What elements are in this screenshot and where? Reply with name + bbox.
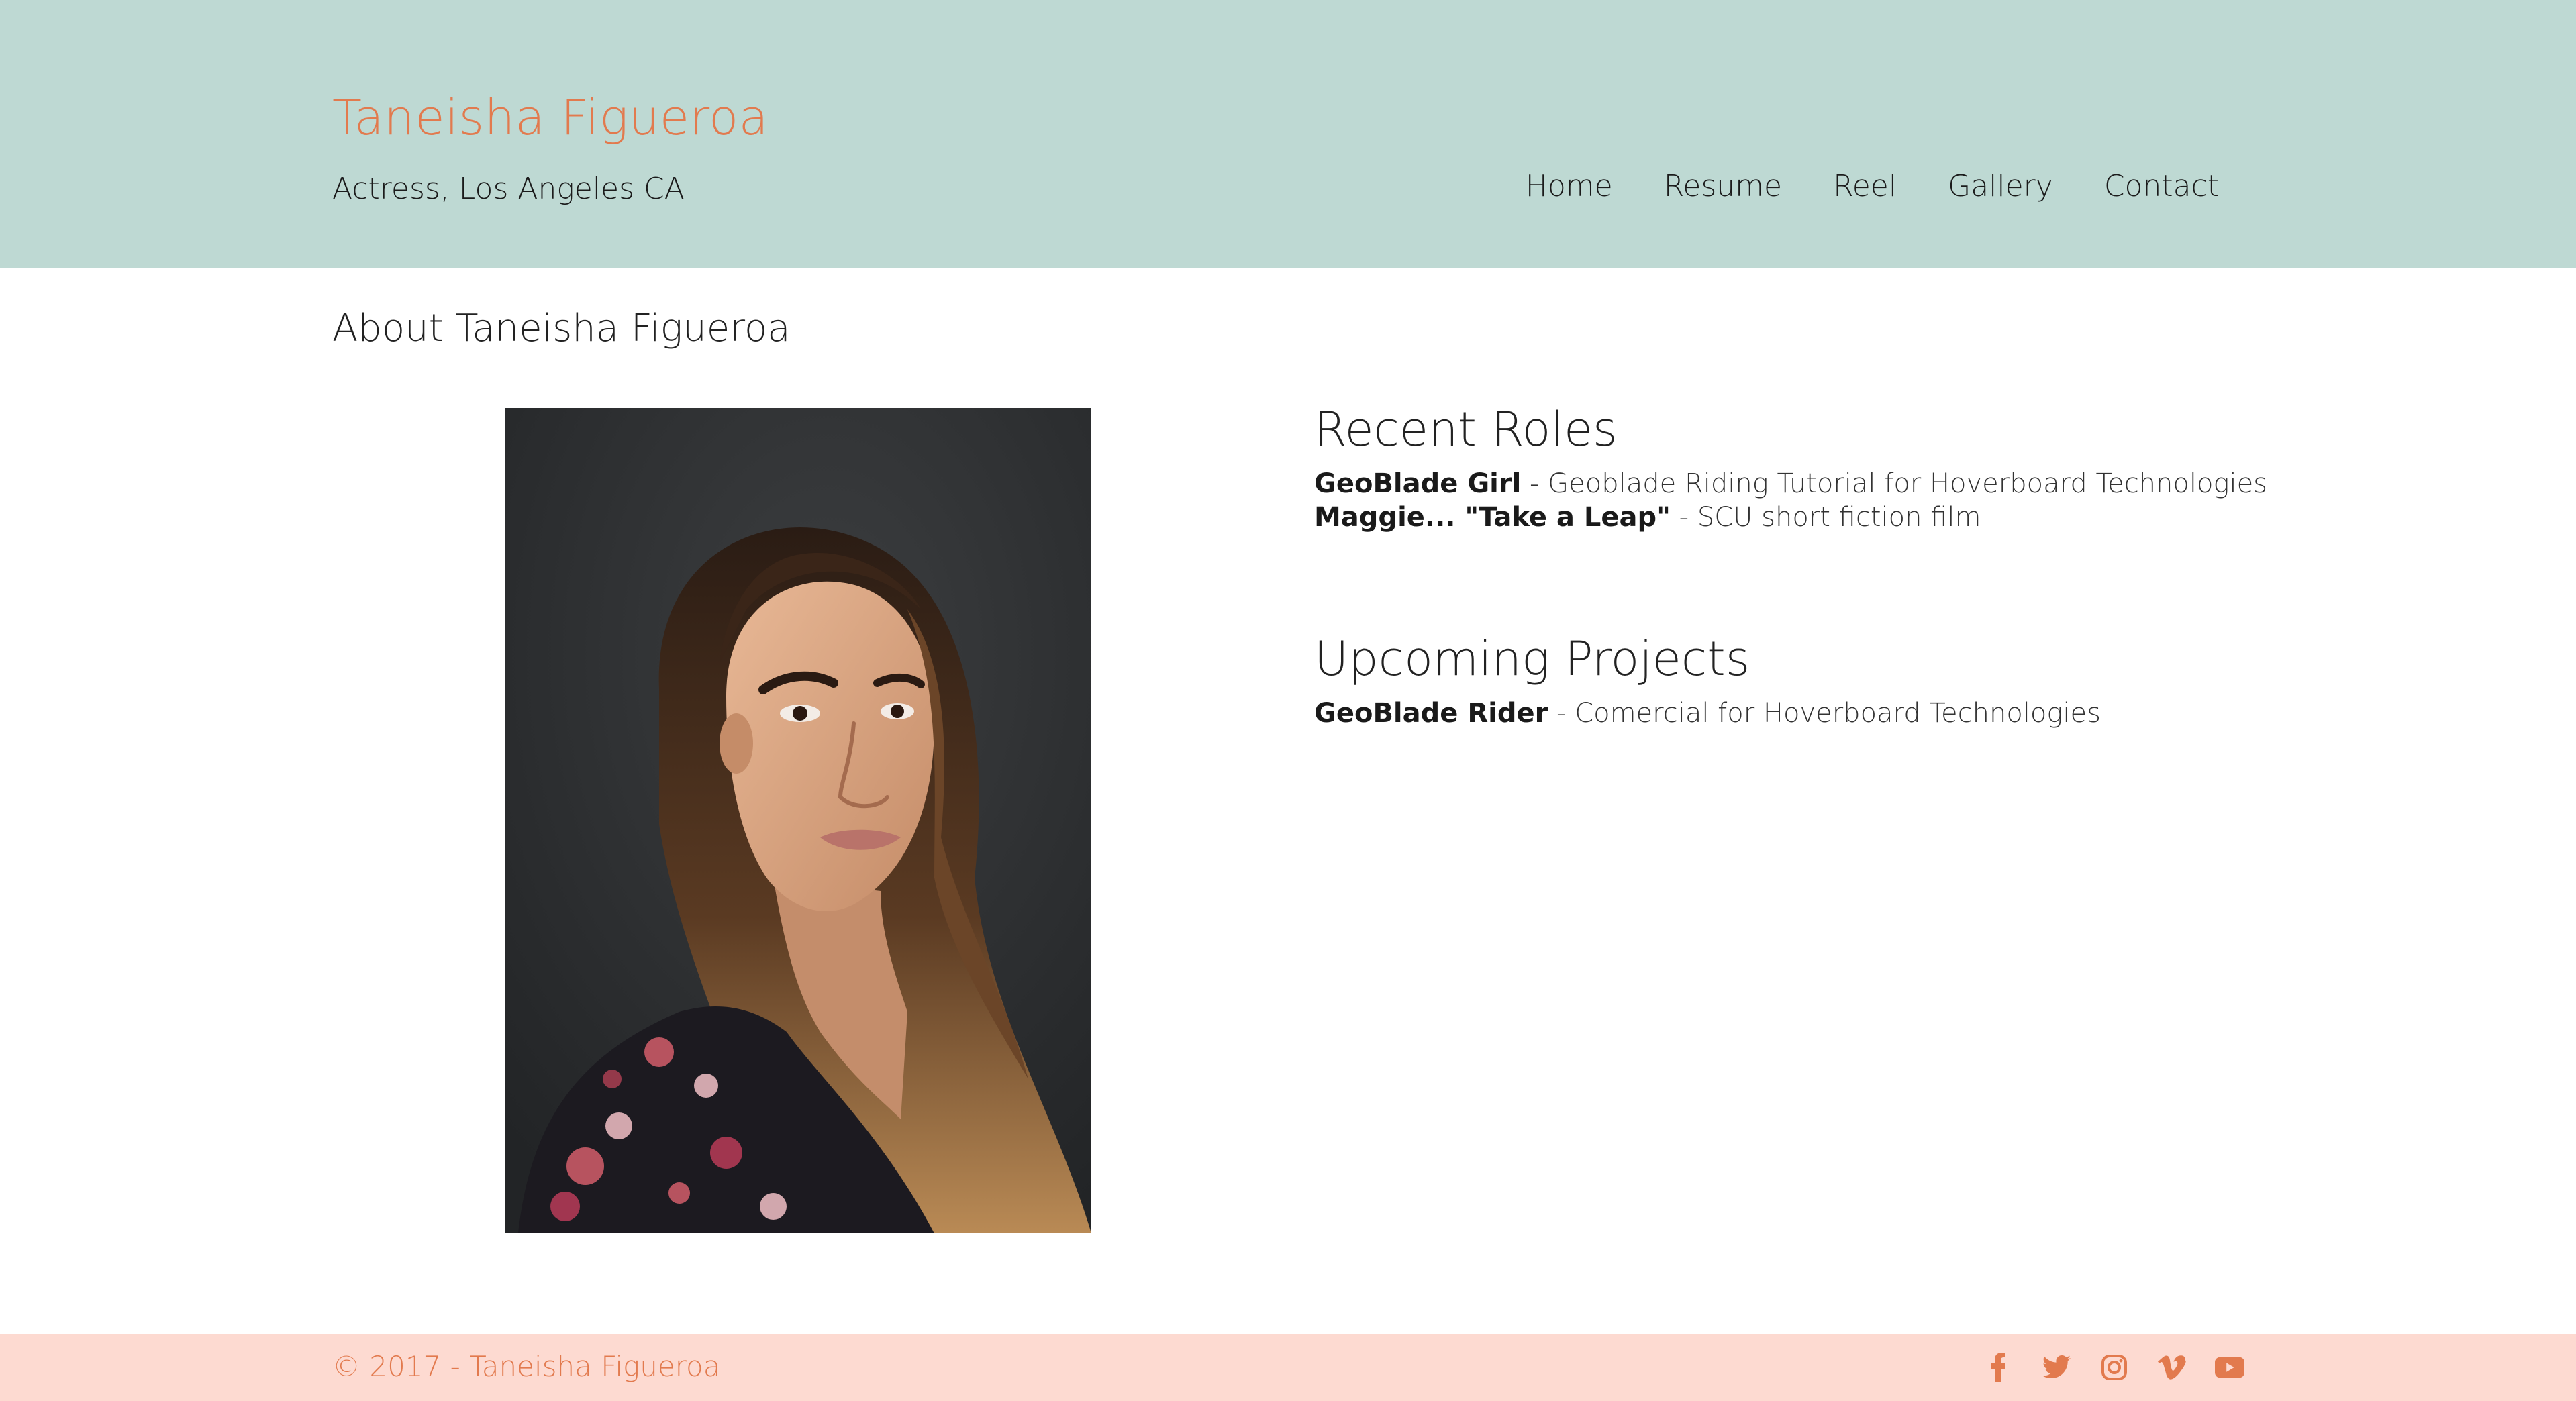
nav-resume[interactable]: Resume <box>1664 169 1782 203</box>
main-nav: Home Resume Reel Gallery Contact <box>1526 169 2219 203</box>
upcoming-projects-section: Upcoming Projects GeoBlade Rider - Comer… <box>1314 631 2254 730</box>
list-item: GeoBlade Rider - Comercial for Hoverboar… <box>1314 696 2254 730</box>
role-detail: - Geoblade Riding Tutorial for Hoverboar… <box>1521 468 2268 499</box>
social-links <box>1984 1347 2244 1388</box>
nav-home[interactable]: Home <box>1526 169 1613 203</box>
instagram-icon[interactable] <box>2099 1353 2129 1382</box>
list-item: GeoBlade Girl - Geoblade Riding Tutorial… <box>1314 467 2267 501</box>
youtube-icon[interactable] <box>2215 1353 2244 1382</box>
list-item: Maggie... "Take a Leap" - SCU short fict… <box>1314 501 2254 534</box>
site-title[interactable]: Taneisha Figueroa <box>332 89 769 146</box>
recent-roles-section: Recent Roles GeoBlade Girl - Geoblade Ri… <box>1314 401 2267 534</box>
headshot-photo <box>505 408 1091 1233</box>
site-tagline: Actress, Los Angeles CA <box>332 172 685 206</box>
twitter-icon[interactable] <box>2042 1353 2071 1382</box>
facebook-icon[interactable] <box>1984 1353 2014 1382</box>
recent-roles-heading: Recent Roles <box>1314 402 1618 457</box>
upcoming-projects-heading: Upcoming Projects <box>1314 631 1750 686</box>
role-name: GeoBlade Girl <box>1314 468 1522 499</box>
site-footer: © 2017 - Taneisha Figueroa <box>0 1334 2576 1401</box>
copyright-text: © 2017 - Taneisha Figueroa <box>332 1350 721 1383</box>
project-name: GeoBlade Rider <box>1314 698 1548 729</box>
role-name: Maggie... "Take a Leap" <box>1314 502 1671 533</box>
nav-reel[interactable]: Reel <box>1833 169 1897 203</box>
role-detail: - SCU short fiction film <box>1670 502 1981 533</box>
nav-gallery[interactable]: Gallery <box>1948 169 2053 203</box>
page-title: About Taneisha Figueroa <box>332 307 791 350</box>
project-detail: - Comercial for Hoverboard Technologies <box>1548 698 2101 729</box>
site-header: Taneisha Figueroa Actress, Los Angeles C… <box>0 0 2576 268</box>
nav-contact[interactable]: Contact <box>2104 169 2219 203</box>
vimeo-icon[interactable] <box>2157 1353 2187 1382</box>
headshot-image <box>505 408 1091 1233</box>
